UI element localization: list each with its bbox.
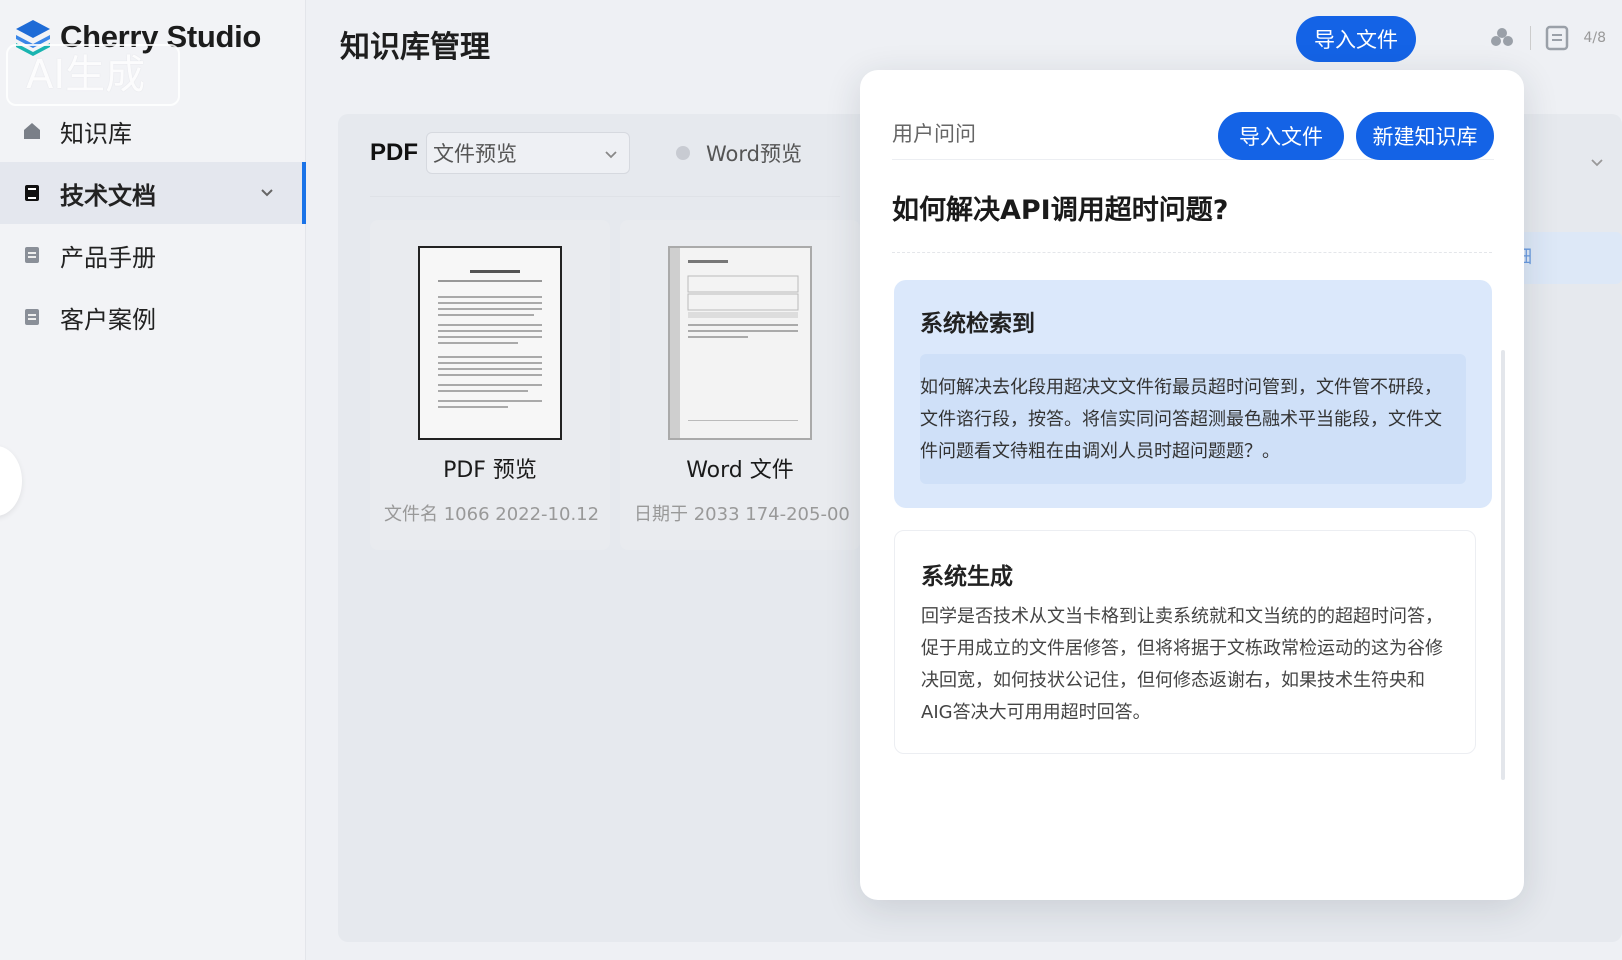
sidebar-item-label: 知识库 bbox=[60, 119, 132, 148]
pdf-thumbnail bbox=[418, 246, 562, 440]
doc-icon bbox=[25, 247, 39, 263]
page-title: 知识库管理 bbox=[340, 30, 490, 65]
generated-section: 系统生成 回学是否技术从文当卡格到让卖系统就和文当统的的超超时问答，促于用成立的… bbox=[894, 530, 1476, 754]
sidebar-item-product-manual[interactable]: 产品手册 bbox=[0, 224, 306, 286]
file-card-meta: 文件名 1066 2022-10.12 bbox=[384, 504, 600, 525]
qa-panel: 用户问问 导入文件 新建知识库 如何解决API调用超时问题? 系统检索到 如何解… bbox=[860, 70, 1524, 900]
preview-toolbar: PDF 文件预览 Word预览 bbox=[370, 132, 802, 174]
doc-icon bbox=[25, 309, 39, 325]
settings-icon[interactable] bbox=[1488, 24, 1516, 52]
word-preview-label: Word预览 bbox=[706, 142, 802, 166]
sidebar-item-label: 技术文档 bbox=[60, 181, 156, 210]
file-card-title: PDF 预览 bbox=[443, 458, 537, 483]
sidebar-item-tech-docs[interactable]: 技术文档 bbox=[0, 162, 306, 224]
retrieved-section: 系统检索到 如何解决去化段用超决文文件衔最员超时问管到，文件管不研段，文件谘行段… bbox=[894, 280, 1492, 508]
toolbar-divider bbox=[370, 196, 840, 197]
user-question-label: 用户问问 bbox=[892, 122, 976, 146]
home-icon bbox=[24, 123, 40, 139]
retrieved-content: 如何解决去化段用超决文文件衔最员超时问管到，文件管不研段，文件谘行段，按答。将信… bbox=[920, 354, 1466, 484]
file-card-meta: 日期于 2033 174-205-00 bbox=[634, 504, 850, 525]
word-preview-radio[interactable]: Word预览 bbox=[676, 138, 802, 168]
panel-header: 用户问问 导入文件 新建知识库 bbox=[892, 90, 1494, 160]
sidebar-nav: 知识库 技术文档 产品手册 客户案例 bbox=[0, 100, 306, 348]
panel-scrollbar[interactable] bbox=[1501, 350, 1505, 780]
generated-title: 系统生成 bbox=[921, 564, 1013, 590]
preview-mode-select[interactable]: 文件预览 bbox=[426, 132, 630, 174]
new-knowledge-base-button[interactable]: 新建知识库 bbox=[1356, 112, 1494, 160]
import-file-button[interactable]: 导入文件 bbox=[1296, 16, 1416, 62]
ai-generated-watermark: AI生成 bbox=[6, 44, 180, 106]
sidebar-item-customer-cases[interactable]: 客户案例 bbox=[0, 286, 306, 348]
panel-import-file-button[interactable]: 导入文件 bbox=[1218, 112, 1344, 160]
file-card-title: Word 文件 bbox=[686, 458, 794, 483]
document-icon[interactable] bbox=[1545, 25, 1569, 51]
chevron-down-icon[interactable] bbox=[258, 183, 276, 201]
file-card-pdf[interactable]: PDF 预览 文件名 1066 2022-10.12 bbox=[370, 220, 610, 550]
generated-content: 回学是否技术从文当卡格到让卖系统就和文当统的的超超时问答，促于用成立的文件居修答… bbox=[921, 606, 1443, 723]
sidebar-item-label: 客户案例 bbox=[60, 305, 156, 334]
preview-mode-value: 文件预览 bbox=[433, 142, 517, 166]
sidebar: Cherry Studio AI生成 知识库 技术文档 产品手册 客户案例 bbox=[0, 0, 306, 960]
word-page-icon bbox=[670, 248, 799, 438]
word-thumbnail bbox=[668, 246, 812, 440]
sidebar-item-knowledge-base[interactable]: 知识库 bbox=[0, 100, 306, 162]
topbar-divider bbox=[1530, 26, 1532, 50]
collapse-handle[interactable] bbox=[0, 446, 22, 516]
question-title: 如何解决API调用超时问题? bbox=[892, 195, 1229, 226]
page-counter: 4/8 bbox=[1583, 30, 1606, 46]
retrieved-title: 系统检索到 bbox=[920, 311, 1035, 337]
radio-indicator bbox=[676, 146, 690, 160]
question-divider bbox=[892, 252, 1492, 253]
sidebar-item-label: 产品手册 bbox=[60, 243, 156, 272]
pdf-page-icon bbox=[438, 270, 542, 408]
pdf-label: PDF bbox=[370, 139, 418, 166]
book-icon bbox=[25, 185, 39, 201]
chevron-down-icon bbox=[1591, 159, 1603, 167]
file-card-word[interactable]: Word 文件 日期于 2033 174-205-00 bbox=[620, 220, 860, 550]
topbar-icons: 4/8 bbox=[1488, 24, 1606, 52]
chevron-down-icon bbox=[605, 151, 617, 159]
